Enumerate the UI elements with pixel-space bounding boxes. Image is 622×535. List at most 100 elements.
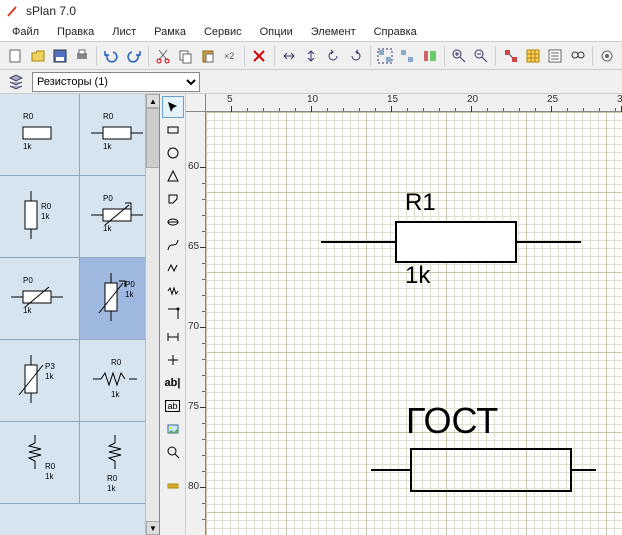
toolbar-redo-icon[interactable] [123,44,145,68]
svg-text:R0: R0 [45,462,56,471]
menubar: ФайлПравкаЛистРамкаСервисОпцииЭлементСпр… [0,22,622,42]
svg-text:P0: P0 [23,276,33,285]
tool-zigzag-icon[interactable] [162,280,184,302]
svg-text:P0: P0 [103,194,113,203]
ruler-horizontal: 51015202530 [206,94,622,112]
tool-dim-icon[interactable] [162,326,184,348]
svg-text:1k: 1k [41,212,50,221]
app-title: sPlan 7.0 [26,4,76,18]
tool-spacer-icon [162,464,184,474]
menu-7[interactable]: Справка [366,24,425,40]
tool-rect-icon[interactable] [162,119,184,141]
library-bar: Резисторы (1) [0,70,622,94]
resistor-gost[interactable]: ГОСТ [371,402,622,512]
tool-magnify-icon[interactable] [162,441,184,463]
tool-ellipse-icon[interactable] [162,211,184,233]
resistor-r1[interactable]: R1 1k [321,207,581,287]
menu-4[interactable]: Сервис [196,24,250,40]
menu-0[interactable]: Файл [4,24,47,40]
toolbar-settings-icon[interactable] [596,44,618,68]
toolbar-ungroup-icon[interactable] [396,44,418,68]
toolbar-open-icon[interactable] [26,44,48,68]
toolbar-dup-icon[interactable]: ×2 [219,44,241,68]
toolbar-find-icon[interactable] [566,44,588,68]
menu-6[interactable]: Элемент [303,24,364,40]
toolbar-grid-icon[interactable] [522,44,544,68]
tool-bezier-icon[interactable] [162,234,184,256]
tool-polyline-icon[interactable] [162,257,184,279]
svg-text:1k: 1k [23,306,32,315]
canvas-area: 51015202530 6065707580 R1 1k ГОСТ [186,94,622,535]
tool-triangle-icon[interactable] [162,165,184,187]
canvas[interactable]: R1 1k ГОСТ [206,112,622,535]
toolbar-zoom-out-icon[interactable] [470,44,492,68]
svg-text:1k: 1k [103,142,112,151]
svg-text:R0: R0 [107,474,118,483]
component-value: 1k [405,262,430,290]
toolbar-list-icon[interactable] [544,44,566,68]
toolbar-flip-v-icon[interactable] [300,44,322,68]
svg-text:1k: 1k [107,484,116,493]
palette-scrollbar[interactable]: ▲ ▼ [145,94,159,535]
svg-text:1k: 1k [125,290,134,299]
main-area: R01kR01kR01kP01kP01kP01kP31kR01kR01kR01k… [0,94,622,535]
toolbar-copy-icon[interactable] [174,44,196,68]
ruler-corner [186,94,206,112]
toolbar-group-icon[interactable] [374,44,396,68]
component-ref: R1 [405,189,436,217]
toolbar-rot-r-icon[interactable] [345,44,367,68]
toolbar-zoom-in-icon[interactable] [448,44,470,68]
toolbar-paste-icon[interactable] [197,44,219,68]
scroll-down-arrow[interactable]: ▼ [146,521,160,535]
tool-poly-icon[interactable] [162,188,184,210]
svg-text:P0: P0 [125,280,135,289]
scroll-thumb[interactable] [146,108,160,168]
palette-item-6[interactable]: P31k [0,340,80,422]
toolbar-link-icon[interactable] [499,44,521,68]
svg-text:1k: 1k [23,142,32,151]
menu-2[interactable]: Лист [104,24,144,40]
palette-item-0[interactable]: R0 1k [0,94,80,176]
toolbar-cut-icon[interactable] [152,44,174,68]
library-dropdown[interactable]: Резисторы (1) [32,72,200,92]
tool-measure-icon[interactable] [162,475,184,497]
library-icon[interactable] [4,70,28,94]
toolbar-rot-l-icon[interactable] [322,44,344,68]
titlebar: sPlan 7.0 [0,0,622,22]
svg-text:R0: R0 [103,112,114,121]
palette-item-8[interactable]: R01k [0,422,80,504]
palette-item-4[interactable]: P0 1k [0,258,80,340]
toolbar-flip-h-icon[interactable] [277,44,299,68]
svg-text:1k: 1k [45,472,54,481]
toolbar-new-icon[interactable] [4,44,26,68]
tool-circle-icon[interactable] [162,142,184,164]
tool-cross-icon[interactable] [162,349,184,371]
palette-item-2[interactable]: R01k [0,176,80,258]
main-toolbar: ×2 [0,42,622,70]
svg-text:1k: 1k [103,224,112,233]
drawing-tools: ab|ab [160,94,186,535]
svg-text:P3: P3 [45,362,55,371]
svg-text:1k: 1k [111,390,120,399]
toolbar-align-icon[interactable] [418,44,440,68]
svg-text:R0: R0 [111,358,122,367]
toolbar-print-icon[interactable] [71,44,93,68]
toolbar-undo-icon[interactable] [100,44,122,68]
svg-text:R0: R0 [41,202,52,211]
tool-text-box-icon[interactable]: ab [162,395,184,417]
component-palette[interactable]: R01kR01kR01kP01kP01kP01kP31kR01kR01kR01k… [0,94,160,535]
toolbar-del-icon[interactable] [248,44,270,68]
tool-pointer-icon[interactable] [162,96,184,118]
menu-1[interactable]: Правка [49,24,102,40]
component-label: ГОСТ [406,400,498,442]
tool-node-icon[interactable] [162,303,184,325]
menu-3[interactable]: Рамка [146,24,194,40]
tool-text-a-icon[interactable]: ab| [162,372,184,394]
menu-5[interactable]: Опции [252,24,301,40]
toolbar-save-icon[interactable] [49,44,71,68]
svg-text:1k: 1k [45,372,54,381]
scroll-up-arrow[interactable]: ▲ [146,94,160,108]
tool-image-icon[interactable] [162,418,184,440]
ruler-vertical: 6065707580 [186,112,206,535]
svg-text:R0: R0 [23,112,34,121]
